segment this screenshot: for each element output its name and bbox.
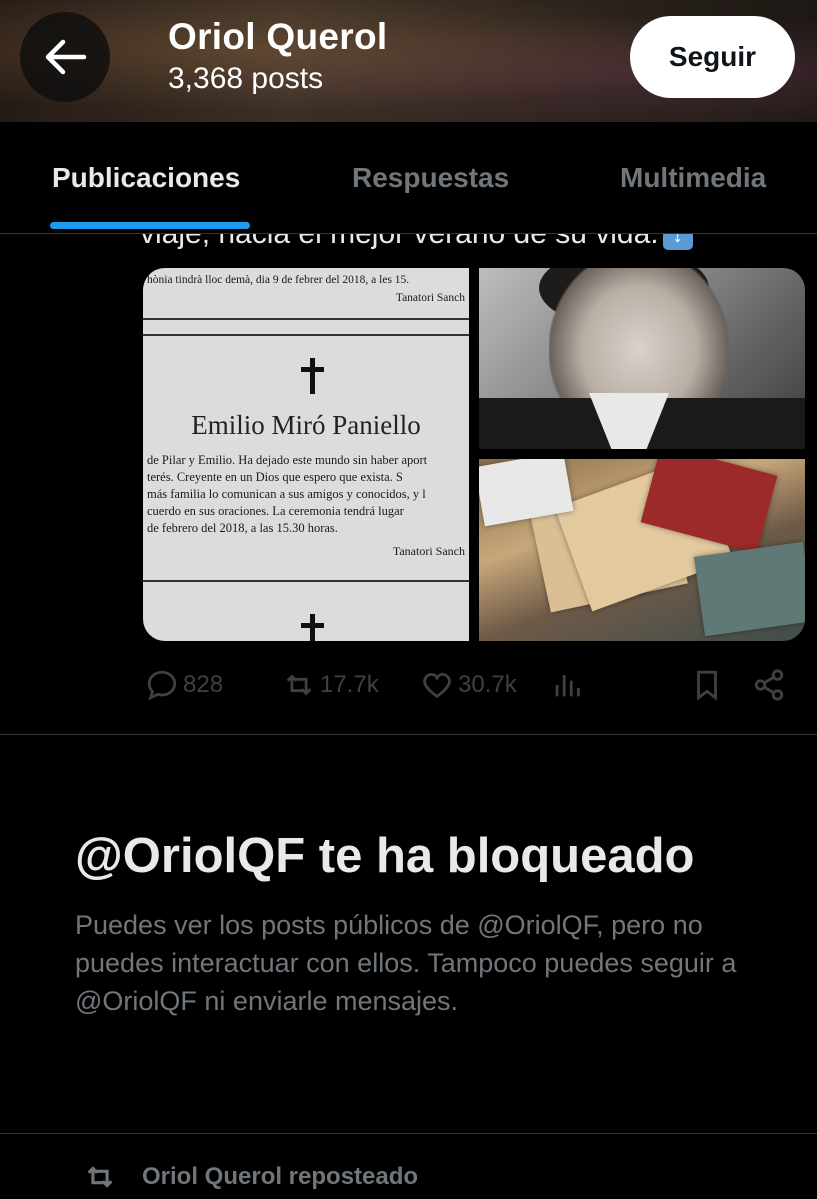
post-media-grid: hònia tindrà lloc demà, dia 9 de febrer … bbox=[143, 268, 805, 641]
analytics-icon bbox=[555, 675, 580, 697]
repost-label[interactable]: Oriol Querol reposteado bbox=[142, 1163, 418, 1191]
repost-count: 17.7k bbox=[320, 671, 379, 698]
back-button[interactable] bbox=[20, 12, 110, 102]
obituary-body-line: más familia lo comunican a sus amigos y … bbox=[147, 487, 426, 501]
old-letters-photo[interactable] bbox=[479, 459, 805, 641]
bookmark-button[interactable] bbox=[690, 668, 724, 702]
blocked-title: @OriolQF te ha bloqueado bbox=[75, 829, 695, 883]
obituary-bottom-sign: Tanatori Sanch bbox=[392, 544, 465, 558]
like-count: 30.7k bbox=[458, 671, 517, 698]
reply-button[interactable]: 828 bbox=[145, 668, 223, 702]
section-divider bbox=[0, 1133, 817, 1134]
repost-button[interactable]: 17.7k bbox=[282, 668, 379, 702]
profile-header: Oriol Querol 3,368 posts Seguir bbox=[0, 0, 817, 122]
post-text-fragment: viaje, hacia el mejor verano de su vida. bbox=[140, 234, 659, 250]
analytics-button[interactable] bbox=[550, 668, 584, 702]
tab-multimedia[interactable]: Multimedia bbox=[620, 162, 766, 194]
obituary-body-line: de febrero del 2018, a las 15.30 horas. bbox=[147, 521, 338, 535]
obituary-body-line: de Pilar y Emilio. Ha dejado este mundo … bbox=[147, 453, 428, 467]
section-divider bbox=[0, 734, 817, 735]
profile-title-block: Oriol Querol 3,368 posts bbox=[168, 16, 387, 96]
obituary-body: de Pilar y Emilio. Ha dejado este mundo … bbox=[147, 452, 427, 537]
repost-icon bbox=[87, 1166, 113, 1188]
obituary-name: Emilio Miró Paniello bbox=[191, 410, 421, 440]
book-cover bbox=[693, 541, 805, 637]
repost-icon bbox=[286, 674, 312, 696]
divider-line bbox=[143, 334, 469, 336]
tab-publicaciones[interactable]: Publicaciones bbox=[52, 162, 240, 194]
obituary-top-sign: Tanatori Sanch bbox=[395, 292, 465, 304]
post-count: 3,368 posts bbox=[168, 62, 324, 95]
bookmark-icon bbox=[697, 670, 717, 701]
obituary-image[interactable]: hònia tindrà lloc demà, dia 9 de febrer … bbox=[143, 268, 469, 641]
share-button[interactable] bbox=[752, 668, 786, 702]
active-tab-indicator bbox=[50, 222, 250, 229]
share-icon bbox=[754, 669, 784, 701]
tab-respuestas[interactable]: Respuestas bbox=[352, 162, 509, 194]
down-arrow-emoji-icon: ↓ bbox=[662, 234, 693, 251]
post-text: viaje, hacia el mejor verano de su vida.… bbox=[140, 234, 693, 251]
divider-line bbox=[143, 318, 469, 320]
reply-icon bbox=[147, 670, 177, 701]
obituary-top-line: hònia tindrà lloc demà, dia 9 de febrer … bbox=[147, 274, 410, 286]
follow-button[interactable]: Seguir bbox=[630, 16, 795, 98]
post-text-container: viaje, hacia el mejor verano de su vida.… bbox=[140, 234, 760, 258]
reply-count: 828 bbox=[183, 671, 224, 698]
profile-name: Oriol Querol bbox=[168, 16, 388, 57]
obituary-body-line: cuerdo en sus oraciones. La ceremonia te… bbox=[147, 504, 404, 518]
heart-icon bbox=[423, 672, 451, 699]
like-button[interactable]: 30.7k bbox=[420, 668, 517, 702]
obituary-clipping: hònia tindrà lloc demà, dia 9 de febrer … bbox=[143, 268, 469, 641]
obituary-body-line: terés. Creyente en un Dios que espero qu… bbox=[147, 470, 403, 484]
repost-indicator: Oriol Querol reposteado bbox=[80, 1160, 418, 1194]
portrait-photo[interactable] bbox=[479, 268, 805, 449]
blocked-description: Puedes ver los posts públicos de @OriolQ… bbox=[75, 910, 737, 1016]
post-action-bar: 828 17.7k 30.7k bbox=[0, 660, 817, 710]
arrow-left-icon bbox=[45, 39, 87, 75]
divider-line bbox=[143, 580, 469, 582]
profile-tabs: Publicaciones Respuestas Multimedia bbox=[0, 122, 817, 234]
